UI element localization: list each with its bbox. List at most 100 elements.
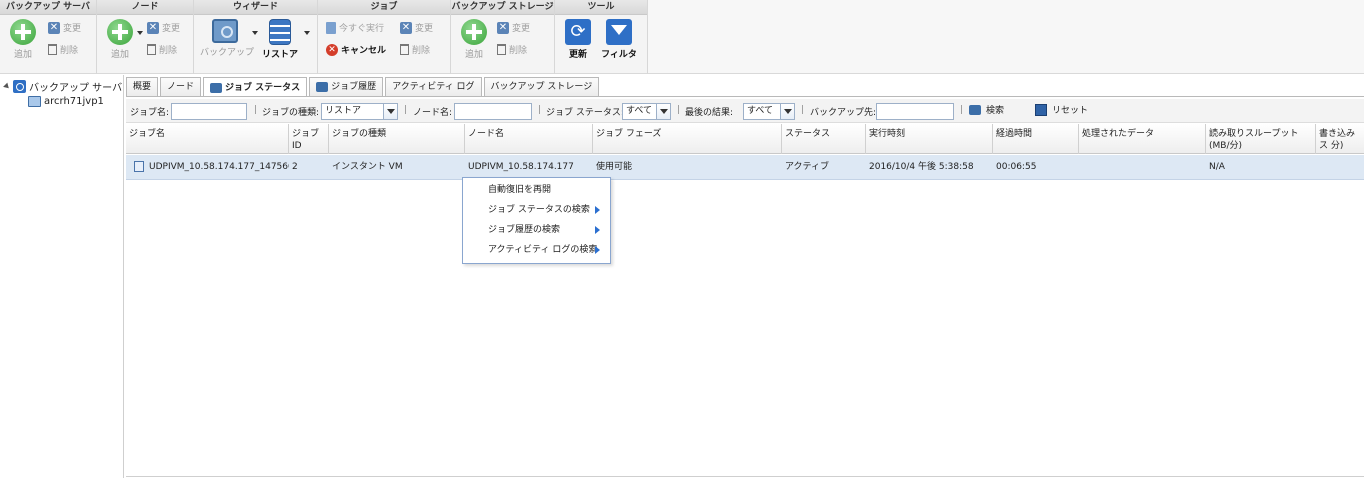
modify-server-button[interactable]: ✕ 変更	[48, 21, 81, 34]
backup-icon	[212, 19, 238, 43]
grid-header: ジョブ名 ジョブ ID ジョブの種類 ノード名 ジョブ フェーズ ステータス 実…	[126, 124, 1364, 154]
column-header-node-name[interactable]: ノード名	[465, 124, 593, 154]
cell-run-time: 2016/10/4 午後 5:38:58	[869, 162, 974, 172]
separator: |	[801, 105, 805, 115]
table-row[interactable]: UDPIVM_10.58.174.177_1475602 2 インスタント VM…	[126, 155, 1364, 180]
add-node-button[interactable]: 追加	[105, 19, 135, 60]
backup-destination-label: バックアップ先:	[810, 108, 877, 118]
plus-icon	[107, 19, 133, 45]
cell-read-throughput: N/A	[1209, 162, 1225, 172]
menu-item-search-job-history[interactable]: ジョブ履歴の検索	[463, 220, 610, 240]
column-header-elapsed[interactable]: 経過時間	[993, 124, 1079, 154]
run-now-button[interactable]: 今すぐ実行	[326, 21, 384, 34]
tab-overview[interactable]: 概要	[126, 77, 159, 96]
tree-node-arcrh71jvp1[interactable]: arcrh71jvp1	[28, 96, 104, 107]
modify-icon: ✕	[48, 21, 60, 34]
cancel-icon: ✕	[326, 43, 338, 56]
column-header-job-type[interactable]: ジョブの種類	[329, 124, 465, 154]
server-tree: バックアップ サーバ arcrh71jvp1	[0, 75, 124, 478]
modify-node-button[interactable]: ✕ 変更	[147, 21, 180, 34]
cell-job-name: UDPIVM_10.58.174.177_1475602	[126, 155, 289, 180]
add-server-button[interactable]: 追加	[8, 19, 38, 60]
job-type-label: ジョブの種類:	[262, 108, 320, 118]
job-status-select[interactable]: すべて	[622, 103, 671, 120]
filter-button[interactable]: フィルタ	[599, 19, 639, 60]
column-header-job-phase[interactable]: ジョブ フェーズ	[593, 124, 782, 154]
column-header-status[interactable]: ステータス	[782, 124, 866, 154]
delete-storage-button[interactable]: 削除	[497, 43, 527, 56]
delete-node-button[interactable]: 削除	[147, 43, 177, 56]
separator: |	[254, 105, 258, 115]
grid-bottom-border	[126, 476, 1364, 477]
separator: |	[960, 105, 964, 115]
menu-item-search-job-status[interactable]: ジョブ ステータスの検索	[463, 200, 610, 220]
database-icon	[269, 19, 291, 45]
column-header-job-id[interactable]: ジョブ ID	[289, 124, 329, 154]
tab-underline	[126, 96, 1364, 97]
submenu-arrow-icon	[595, 206, 600, 214]
add-storage-button[interactable]: 追加	[459, 19, 489, 60]
cell-job-id: 2	[292, 162, 298, 172]
delete-job-button[interactable]: 削除	[400, 43, 430, 56]
column-header-read-throughput[interactable]: 読み取りスループット (MB/分)	[1206, 124, 1316, 154]
column-header-run-time[interactable]: 実行時刻	[866, 124, 993, 154]
chevron-down-icon[interactable]	[252, 31, 258, 35]
filter-icon	[606, 19, 632, 45]
tab-job-history[interactable]: ジョブ履歴	[309, 77, 384, 96]
last-result-label: 最後の結果:	[685, 108, 734, 118]
backup-wizard-button[interactable]: バックアップ	[200, 19, 254, 58]
refresh-button[interactable]: ⟳ 更新	[561, 19, 595, 60]
cell-processed-data	[1079, 155, 1206, 180]
last-result-select[interactable]: すべて	[743, 103, 795, 120]
delete-server-button[interactable]: 削除	[48, 43, 78, 56]
ribbon-group-title: ツール	[555, 0, 647, 15]
backup-destination-input[interactable]	[876, 103, 954, 120]
job-name-input[interactable]	[171, 103, 247, 120]
cancel-job-button[interactable]: ✕ キャンセル	[326, 43, 386, 56]
document-icon	[134, 161, 144, 172]
submenu-arrow-icon	[595, 226, 600, 234]
tab-backup-storage[interactable]: バックアップ ストレージ	[483, 77, 600, 96]
tab-nodes[interactable]: ノード	[160, 77, 202, 96]
restore-wizard-button[interactable]: リストア	[260, 19, 300, 60]
chevron-down-icon[interactable]	[137, 31, 143, 35]
job-name-label: ジョブ名:	[130, 108, 170, 118]
ribbon-toolbar: バックアップ サーバ 追加 ✕ 変更 削除 ノード 追加 ✕ 変更 削除 ウィザ…	[0, 0, 648, 74]
job-type-select[interactable]: リストア	[321, 103, 398, 120]
column-header-job-name[interactable]: ジョブ名	[126, 124, 289, 154]
column-header-processed-data[interactable]: 処理されたデータ	[1079, 124, 1206, 154]
chevron-down-icon[interactable]	[780, 104, 794, 119]
reset-button[interactable]: リセット	[1035, 103, 1088, 116]
node-name-label: ノード名:	[413, 108, 453, 118]
trash-icon	[400, 44, 409, 55]
chevron-down-icon[interactable]	[383, 104, 397, 119]
cell-job-type: インスタント VM	[332, 162, 403, 172]
modify-storage-button[interactable]: ✕ 変更	[497, 21, 530, 34]
ribbon-group-job: ジョブ 今すぐ実行 ✕ 変更 ✕ キャンセル 削除	[318, 0, 451, 74]
binoculars-icon	[316, 82, 329, 92]
context-menu: 自動復旧を再開 ジョブ ステータスの検索 ジョブ履歴の検索 アクティビティ ログ…	[462, 177, 611, 264]
modify-icon: ✕	[400, 21, 412, 34]
node-name-input[interactable]	[454, 103, 532, 120]
chevron-down-icon[interactable]	[304, 31, 310, 35]
server-network-icon	[13, 80, 26, 93]
tab-job-status[interactable]: ジョブ ステータス	[203, 77, 308, 97]
plus-icon	[461, 19, 487, 45]
run-icon	[326, 21, 336, 34]
menu-item-search-activity-log[interactable]: アクティビティ ログの検索	[463, 240, 610, 260]
chevron-down-icon[interactable]	[656, 104, 670, 119]
column-header-write-throughput[interactable]: 書き込みス 分)	[1316, 124, 1364, 154]
reset-icon	[1035, 103, 1047, 116]
search-button[interactable]: 検索	[969, 103, 1004, 116]
filter-bar: ジョブ名: | ジョブの種類: リストア | ノード名: | ジョブ ステータス…	[126, 99, 1364, 123]
ribbon-group-tools: ツール ⟳ 更新 フィルタ	[555, 0, 648, 74]
expand-arrow-icon[interactable]	[3, 82, 11, 91]
modify-job-button[interactable]: ✕ 変更	[400, 21, 433, 34]
submenu-arrow-icon	[595, 246, 600, 254]
ribbon-empty-area	[648, 0, 1364, 74]
tab-activity-log[interactable]: アクティビティ ログ	[385, 77, 482, 96]
menu-item-resume-auto-recovery[interactable]: 自動復旧を再開	[463, 180, 610, 200]
tree-node-backup-server[interactable]: バックアップ サーバ	[3, 79, 122, 94]
trash-icon	[497, 44, 506, 55]
modify-icon: ✕	[147, 21, 159, 34]
